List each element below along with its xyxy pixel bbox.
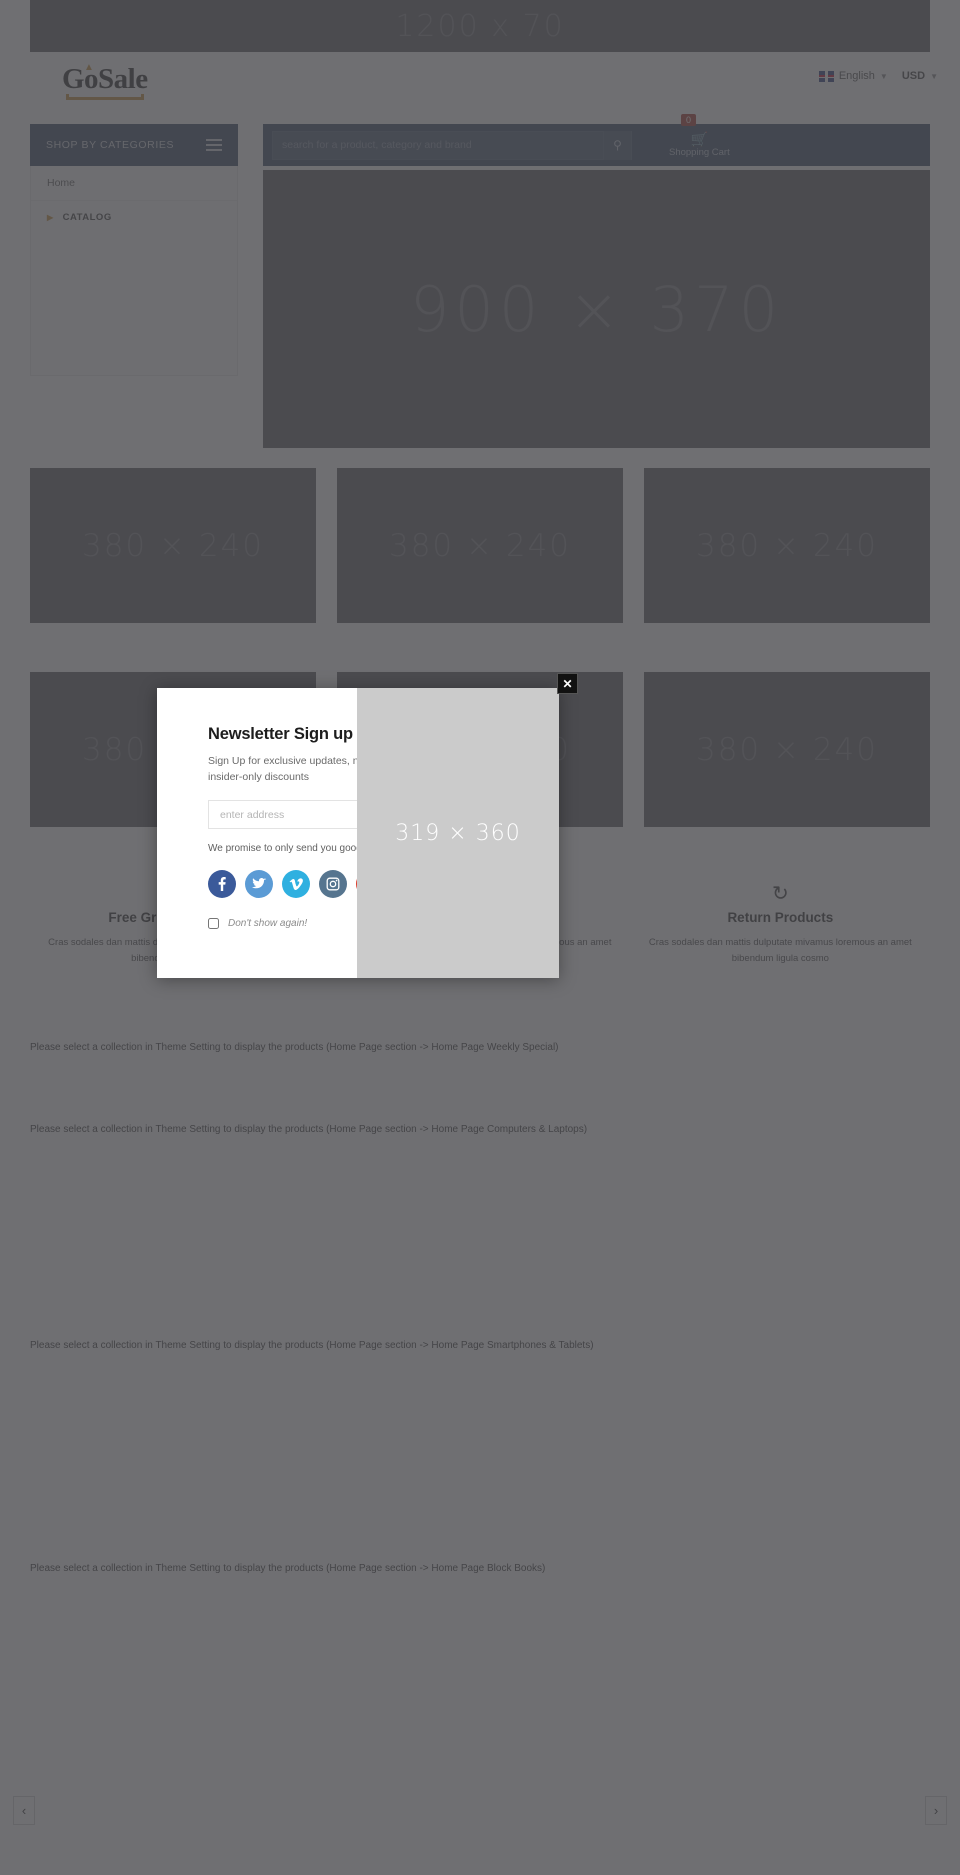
facebook-icon[interactable] [208, 870, 236, 898]
newsletter-modal: Newsletter Sign up Sign Up for exclusive… [157, 673, 578, 978]
twitter-icon[interactable] [245, 870, 273, 898]
page-root: 1200 x 70 GoSale ▲ English ▼ USD [0, 0, 960, 1875]
instagram-icon[interactable] [319, 870, 347, 898]
dont-show-again-checkbox[interactable] [208, 918, 219, 929]
vimeo-icon[interactable] [282, 870, 310, 898]
close-icon[interactable]: ✕ [557, 673, 578, 694]
dont-show-again-label[interactable]: Don't show again! [228, 918, 307, 929]
modal-image-placeholder: 319 × 360 [357, 688, 559, 978]
